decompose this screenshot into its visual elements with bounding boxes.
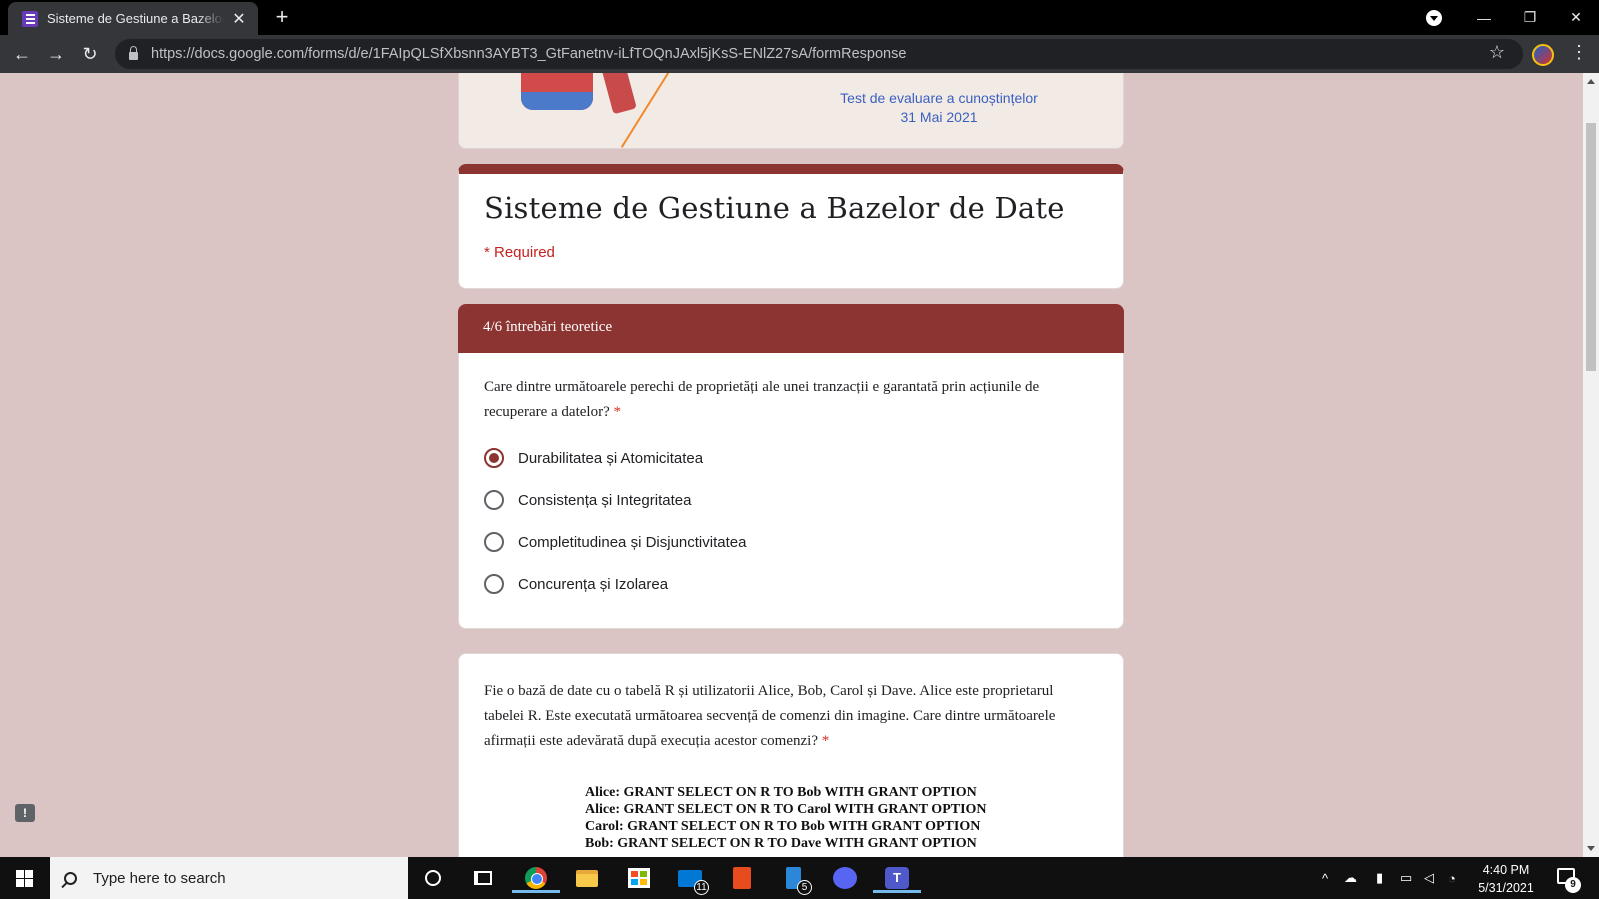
bookmark-star-icon[interactable]: ☆ — [1489, 42, 1505, 63]
file-explorer-icon[interactable] — [572, 863, 602, 893]
form-banner: Test de evaluare a cunoștințelor 31 Mai … — [458, 73, 1124, 149]
notification-badge: 9 — [1565, 877, 1581, 893]
radio-button[interactable] — [484, 532, 504, 552]
back-button[interactable]: ← — [10, 42, 34, 66]
question-text-body: Care dintre următoarele perechi de propr… — [484, 379, 1040, 420]
system-clock[interactable]: 4:40 PM 5/31/2021 — [1470, 861, 1542, 897]
radio-option[interactable]: Concurența și Izolarea — [484, 572, 668, 596]
cortana-icon[interactable] — [418, 863, 448, 893]
tab-search-icon[interactable] — [1426, 10, 1442, 26]
lock-icon[interactable] — [129, 46, 138, 60]
chrome-icon[interactable] — [512, 863, 560, 893]
option-label[interactable]: Completitudinea și Disjunctivitatea — [518, 534, 746, 551]
mail-icon[interactable]: 11 — [675, 863, 709, 895]
browser-tab[interactable]: Sisteme de Gestiune a Bazelor de Date ✕ — [8, 2, 258, 35]
battery-icon[interactable]: ▭ — [1400, 857, 1412, 899]
banner-illustration — [521, 73, 593, 110]
extension-icon[interactable] — [1532, 44, 1554, 66]
question-text: Care dintre următoarele perechi de propr… — [484, 375, 1104, 425]
phone-icon[interactable]: 5 — [778, 863, 812, 895]
image-line: Carol: GRANT SELECT ON R TO Bob WITH GRA… — [585, 819, 981, 834]
radio-button-checked[interactable] — [484, 448, 504, 468]
windows-taskbar: Type here to search 11 5 T ^ ☁ ▮ ▭ ◁ ◔ 4… — [0, 857, 1599, 899]
onedrive-icon[interactable]: ☁ — [1344, 857, 1357, 899]
clock-date: 5/31/2021 — [1478, 881, 1534, 895]
windows-start-icon[interactable] — [0, 857, 48, 899]
radio-button[interactable] — [484, 574, 504, 594]
question-card-2: Fie o bază de date cu o tabelă R și util… — [458, 653, 1124, 857]
active-indicator — [873, 890, 921, 893]
address-bar[interactable]: https://docs.google.com/forms/d/e/1FAIpQ… — [115, 39, 1523, 69]
option-label[interactable]: Consistența și Integritatea — [518, 492, 691, 509]
search-icon — [64, 871, 77, 885]
radio-option[interactable]: Durabilitatea și Atomicitatea — [484, 446, 703, 470]
section-header: 4/6 întrebări teoretice — [458, 304, 1124, 353]
report-feedback-icon[interactable]: ! — [15, 804, 35, 822]
search-placeholder[interactable]: Type here to search — [93, 870, 226, 887]
scroll-thumb[interactable] — [1586, 123, 1596, 371]
forward-button[interactable]: → — [44, 42, 68, 66]
wifi-icon[interactable]: ◔ — [1448, 857, 1456, 899]
banner-illustration-tag — [601, 73, 637, 115]
taskbar-search[interactable]: Type here to search — [50, 857, 408, 899]
teams-icon[interactable]: T — [873, 863, 921, 893]
browser-tab-bar: Sisteme de Gestiune a Bazelor de Date ✕ … — [0, 0, 1599, 35]
question-text-body: Fie o bază de date cu o tabelă R și util… — [484, 683, 1056, 749]
office-icon[interactable] — [727, 863, 757, 893]
restore-button[interactable]: ❐ — [1507, 0, 1553, 35]
tab-close-icon[interactable]: ✕ — [230, 9, 248, 29]
new-tab-button[interactable]: + — [270, 5, 294, 29]
title-card: Sisteme de Gestiune a Bazelor de Date * … — [458, 164, 1124, 289]
minimize-button[interactable]: — — [1461, 0, 1507, 35]
form-title: Sisteme de Gestiune a Bazelor de Date — [484, 191, 1065, 225]
url-text[interactable]: https://docs.google.com/forms/d/e/1FAIpQ… — [151, 46, 906, 62]
question-card-1: Care dintre următoarele perechi de propr… — [458, 353, 1124, 629]
required-note: * Required — [484, 244, 555, 261]
image-line: Alice: GRANT SELECT ON R TO Bob WITH GRA… — [585, 785, 977, 800]
microphone-icon[interactable]: ▮ — [1376, 857, 1383, 899]
discord-icon[interactable] — [830, 863, 860, 893]
form-page: Test de evaluare a cunoștințelor 31 Mai … — [0, 73, 1583, 857]
banner-line1: Test de evaluare a cunoștințelor — [840, 90, 1038, 106]
google-forms-icon — [22, 10, 38, 27]
option-label[interactable]: Durabilitatea și Atomicitatea — [518, 450, 703, 467]
question-image: Alice: GRANT SELECT ON R TO Bob WITH GRA… — [585, 784, 987, 852]
clock-time: 4:40 PM — [1482, 863, 1530, 877]
task-view-icon[interactable] — [468, 863, 498, 893]
option-label[interactable]: Concurența și Izolarea — [518, 576, 668, 593]
required-asterisk: * — [609, 404, 622, 420]
scroll-up-icon[interactable] — [1587, 79, 1595, 84]
reload-button[interactable]: ↻ — [78, 42, 102, 66]
question-text: Fie o bază de date cu o tabelă R și util… — [484, 679, 1094, 754]
tab-title: Sisteme de Gestiune a Bazelor de Date — [47, 11, 224, 26]
phone-badge: 5 — [797, 880, 812, 895]
image-line: Bob: GRANT SELECT ON R TO Dave WITH GRAN… — [585, 836, 977, 851]
browser-toolbar: ← → ↻ https://docs.google.com/forms/d/e/… — [0, 35, 1599, 73]
radio-button[interactable] — [484, 490, 504, 510]
image-line: Alice: GRANT SELECT ON R TO Carol WITH G… — [585, 802, 987, 817]
close-window-button[interactable]: ✕ — [1553, 0, 1599, 35]
volume-icon[interactable]: ◁ — [1424, 857, 1434, 899]
browser-menu-icon[interactable]: ⋮ — [1570, 42, 1588, 63]
page-scrollbar[interactable] — [1583, 73, 1599, 857]
banner-text: Test de evaluare a cunoștințelor 31 Mai … — [824, 89, 1054, 127]
scroll-down-icon[interactable] — [1587, 846, 1595, 851]
banner-line2: 31 Mai 2021 — [900, 109, 978, 125]
tray-chevron-icon[interactable]: ^ — [1322, 857, 1328, 899]
active-indicator — [512, 890, 560, 893]
mail-badge: 11 — [694, 880, 709, 895]
microsoft-store-icon[interactable] — [624, 863, 654, 893]
required-asterisk: * — [817, 733, 830, 749]
radio-option[interactable]: Consistența și Integritatea — [484, 488, 691, 512]
radio-option[interactable]: Completitudinea și Disjunctivitatea — [484, 530, 746, 554]
